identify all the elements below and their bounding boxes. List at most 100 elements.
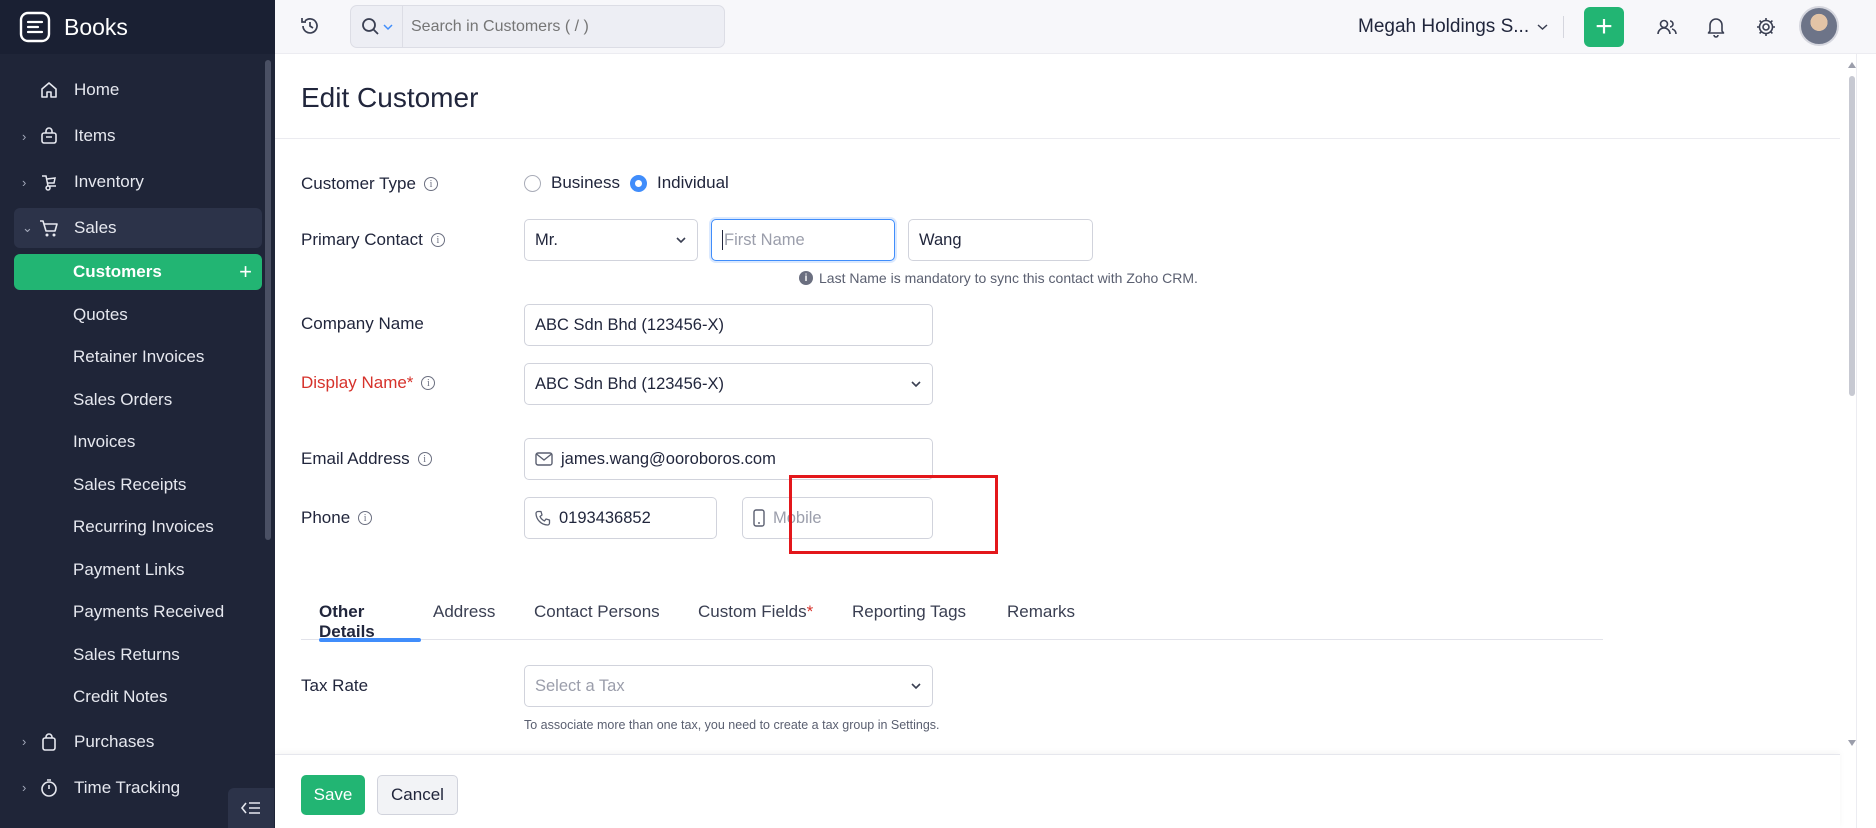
avatar[interactable] xyxy=(1799,6,1839,46)
organization-switcher[interactable]: Megah Holdings S... xyxy=(1358,16,1548,38)
tab-label: Custom Fields xyxy=(698,602,807,621)
tab-custom-fields[interactable]: Custom Fields* xyxy=(698,602,813,640)
sidebar-item-label: Purchases xyxy=(74,731,155,751)
sidebar-item-inventory[interactable]: › Inventory xyxy=(14,162,262,202)
quick-create-button[interactable]: + xyxy=(1584,7,1624,47)
plus-icon: + xyxy=(1595,10,1613,43)
save-button[interactable]: Save xyxy=(301,775,365,815)
cancel-button[interactable]: Cancel xyxy=(377,775,458,815)
radio-circle[interactable] xyxy=(630,174,647,192)
sidebar-item-label: Sales xyxy=(74,218,117,237)
sidebar-item-invoices[interactable]: Invoices xyxy=(14,424,262,460)
info-icon[interactable]: i xyxy=(358,511,373,525)
salutation-value: Mr. xyxy=(535,230,558,249)
chevron-down-icon xyxy=(1537,24,1548,31)
primary-contact-label: Primary Contact i xyxy=(301,230,445,250)
cart-icon xyxy=(38,217,60,239)
bell-icon[interactable] xyxy=(1703,14,1729,40)
info-icon[interactable]: i xyxy=(423,177,438,191)
label-text: Company Name xyxy=(301,314,424,333)
search-input[interactable] xyxy=(403,17,703,36)
sidebar-item-quotes[interactable]: Quotes xyxy=(14,297,262,333)
email-field[interactable]: james.wang@ooroboros.com xyxy=(524,438,933,480)
divider xyxy=(275,138,1840,139)
sidebar-item-label: Time Tracking xyxy=(74,777,181,797)
sidebar-nav: Home › Items › Inventory ⌄ Sales Custome… xyxy=(14,70,262,814)
sidebar-item-payments-received[interactable]: Payments Received xyxy=(14,594,262,630)
info-icon[interactable]: i xyxy=(430,233,445,247)
inventory-icon xyxy=(38,171,60,193)
label-text: Phone xyxy=(301,508,351,527)
sidebar-item-purchases[interactable]: › Purchases xyxy=(14,722,262,762)
crm-sync-hint: i Last Name is mandatory to sync this co… xyxy=(799,270,1198,286)
sidebar-item-home[interactable]: Home xyxy=(14,70,262,110)
chevron-right-icon: › xyxy=(22,780,27,795)
search-box[interactable] xyxy=(350,5,725,48)
info-icon[interactable]: i xyxy=(421,376,436,390)
tax-rate-select[interactable]: Select a Tax xyxy=(524,665,933,707)
text-cursor xyxy=(722,230,723,250)
add-customer-icon[interactable]: + xyxy=(239,259,252,285)
info-icon[interactable]: i xyxy=(417,452,432,466)
sidebar-item-sales[interactable]: ⌄ Sales xyxy=(14,208,262,248)
required-marker: * xyxy=(806,602,814,621)
users-icon[interactable] xyxy=(1654,14,1680,40)
hint-text: Last Name is mandatory to sync this cont… xyxy=(819,270,1198,286)
sidebar-item-time-tracking[interactable]: › Time Tracking xyxy=(14,768,262,808)
tab-remarks[interactable]: Remarks xyxy=(1007,602,1075,640)
sidebar-item-sales-orders[interactable]: Sales Orders xyxy=(14,382,262,418)
tab-label: Contact Persons xyxy=(534,602,660,621)
sidebar-item-customers[interactable]: Customers + xyxy=(14,254,262,290)
highlight-box xyxy=(789,475,998,554)
search-icon[interactable] xyxy=(351,6,403,47)
tab-other-details[interactable]: Other Details xyxy=(319,602,421,642)
work-phone-field[interactable]: 0193436852 xyxy=(524,497,717,539)
display-name-label: Display Name* i xyxy=(301,373,436,393)
radio-label: Individual xyxy=(657,173,729,192)
sidebar-item-recurring-invoices[interactable]: Recurring Invoices xyxy=(14,509,262,545)
sidebar-item-items[interactable]: › Items xyxy=(14,116,262,156)
history-icon[interactable] xyxy=(299,15,321,42)
mobile-icon xyxy=(753,509,765,527)
email-value: james.wang@ooroboros.com xyxy=(561,449,776,468)
company-name-field[interactable]: ABC Sdn Bhd (123456-X) xyxy=(524,304,933,346)
chevron-down-icon xyxy=(382,23,393,30)
sidebar-item-sales-receipts[interactable]: Sales Receipts xyxy=(14,467,262,503)
divider xyxy=(1563,16,1564,38)
last-name-field[interactable]: Wang xyxy=(908,219,1093,261)
tax-rate-label: Tax Rate xyxy=(301,676,368,696)
collapse-sidebar-button[interactable] xyxy=(228,788,274,828)
first-name-field[interactable]: First Name xyxy=(711,219,895,261)
tax-rate-note: To associate more than one tax, you need… xyxy=(524,718,940,732)
sidebar-item-label: Inventory xyxy=(74,172,144,191)
page-title: Edit Customer xyxy=(301,82,479,113)
sidebar-scrollbar[interactable] xyxy=(265,60,271,540)
salutation-select[interactable]: Mr. xyxy=(524,219,698,261)
sidebar-item-label: Items xyxy=(74,126,116,145)
sidebar-item-credit-notes[interactable]: Credit Notes xyxy=(14,679,262,715)
tab-contact-persons[interactable]: Contact Persons xyxy=(534,602,660,640)
chevron-down-icon xyxy=(911,381,921,388)
first-name-placeholder: First Name xyxy=(724,230,805,249)
tab-address[interactable]: Address xyxy=(433,602,495,640)
company-name-label: Company Name xyxy=(301,314,424,334)
radio-individual[interactable]: Individual xyxy=(630,173,729,193)
sidebar-item-sales-returns[interactable]: Sales Returns xyxy=(14,637,262,673)
radio-business[interactable]: Business xyxy=(524,173,620,193)
chevron-down-icon xyxy=(911,683,921,690)
mail-icon xyxy=(535,452,553,466)
brand[interactable]: Books xyxy=(0,0,275,54)
tab-reporting-tags[interactable]: Reporting Tags xyxy=(852,602,966,640)
stopwatch-icon xyxy=(38,777,60,799)
sidebar-item-payment-links[interactable]: Payment Links xyxy=(14,552,262,588)
bag-icon xyxy=(38,731,60,753)
tab-label: Address xyxy=(433,602,496,621)
customer-type-label: Customer Type i xyxy=(301,174,438,194)
display-name-select[interactable]: ABC Sdn Bhd (123456-X) xyxy=(524,363,933,405)
label-text: Primary Contact xyxy=(301,230,423,249)
gear-icon[interactable] xyxy=(1753,14,1779,40)
sidebar-item-retainer-invoices[interactable]: Retainer Invoices xyxy=(14,339,262,375)
chevron-right-icon: › xyxy=(22,128,27,144)
radio-circle[interactable] xyxy=(524,174,541,192)
tab-label: Remarks xyxy=(1007,602,1076,621)
